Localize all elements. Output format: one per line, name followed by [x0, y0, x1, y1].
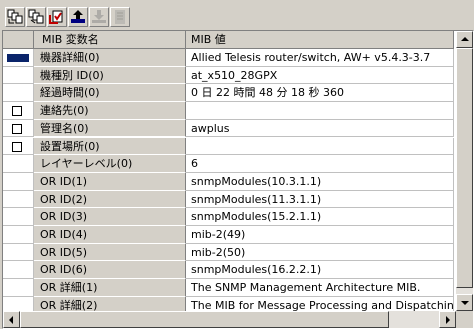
download-button[interactable]	[89, 7, 109, 27]
row-marker-cell	[3, 137, 34, 156]
mib-name-cell[interactable]: 経過時間(0)	[34, 84, 186, 103]
mib-value-cell[interactable]: Allied Telesis router/switch, AW+ v5.4.3…	[186, 49, 454, 67]
horizontal-scroll-thumb[interactable]	[20, 311, 389, 328]
row-marker-cell	[3, 226, 34, 244]
table-row[interactable]: OR ID(3) snmpModules(15.2.1.1)	[3, 208, 454, 226]
up-arrow-icon	[461, 37, 469, 41]
row-marker-cell	[3, 84, 34, 103]
header-mib-value[interactable]: MIB 値	[186, 31, 454, 49]
row-marker-cell	[3, 119, 34, 138]
mib-name-cell[interactable]: 連絡先(0)	[34, 102, 186, 120]
mib-name-cell[interactable]: OR ID(2)	[34, 190, 186, 209]
row-marker-cell	[3, 261, 34, 280]
scroll-right-button[interactable]	[439, 311, 456, 328]
table-row[interactable]: 機器詳細(0) Allied Telesis router/switch, AW+…	[3, 49, 454, 67]
row-checkbox[interactable]	[12, 106, 22, 117]
mib-value-cell[interactable]: awplus	[186, 119, 454, 138]
undo-check-icon	[49, 10, 63, 24]
mib-name-cell[interactable]: OR ID(5)	[34, 243, 186, 262]
scrollbar-corner	[456, 311, 473, 328]
horizontal-scrollbar[interactable]	[3, 311, 456, 328]
expand-all-button[interactable]	[5, 7, 25, 27]
scroll-down-button[interactable]	[456, 294, 473, 311]
collapse-all-button[interactable]	[26, 7, 46, 27]
table-row[interactable]: OR ID(1) snmpModules(10.3.1.1)	[3, 172, 454, 191]
row-marker-cell	[3, 279, 34, 297]
row-marker-cell	[3, 172, 34, 191]
row-marker-cell	[3, 208, 34, 226]
mib-value-cell[interactable]: snmpModules(10.3.1.1)	[186, 172, 454, 191]
mib-name-cell[interactable]: 管理名(0)	[34, 119, 186, 138]
bookmark-button[interactable]	[110, 7, 130, 27]
mib-name-cell[interactable]: OR ID(3)	[34, 208, 186, 226]
mib-table: MIB 変数名 MIB 値 機器詳細(0) Allied Telesis rout…	[2, 30, 474, 329]
row-checkbox[interactable]	[12, 141, 22, 152]
row-marker-cell	[3, 49, 34, 67]
undo-check-button[interactable]	[47, 7, 67, 27]
mib-name-cell[interactable]: OR ID(6)	[34, 261, 186, 280]
down-arrow-icon	[461, 301, 469, 305]
mib-value-cell[interactable]: snmpModules(16.2.2.1)	[186, 261, 454, 280]
row-selection-indicator	[7, 54, 29, 62]
row-marker-cell	[3, 155, 34, 173]
mib-name-cell[interactable]: レイヤーレベル(0)	[34, 155, 186, 173]
mib-value-cell[interactable]: at_x510_28GPX	[186, 66, 454, 85]
row-marker-cell	[3, 66, 34, 85]
mib-name-cell[interactable]: OR 詳細(1)	[34, 279, 186, 297]
toolbar	[0, 0, 474, 30]
table-header: MIB 変数名 MIB 値	[3, 31, 454, 49]
header-marker	[3, 31, 34, 49]
mib-name-cell[interactable]: 機器詳細(0)	[34, 49, 186, 67]
upload-icon	[71, 10, 85, 23]
mib-value-cell[interactable]: The SNMP Management Architecture MIB.	[186, 279, 454, 297]
vertical-scrollbar[interactable]	[456, 31, 473, 311]
table-row[interactable]: 管理名(0) awplus	[3, 119, 454, 138]
vertical-scroll-thumb[interactable]	[456, 48, 473, 288]
row-checkbox[interactable]	[12, 123, 22, 134]
table-row[interactable]: レイヤーレベル(0) 6	[3, 155, 454, 173]
mib-name-cell[interactable]: OR ID(4)	[34, 226, 186, 244]
table-row[interactable]: 機種別 ID(0) at_x510_28GPX	[3, 66, 454, 85]
right-arrow-icon	[446, 316, 450, 324]
left-arrow-icon	[9, 316, 13, 324]
table-row[interactable]: 設置場所(0)	[3, 137, 454, 156]
table-row[interactable]: OR ID(5) mib-2(50)	[3, 243, 454, 262]
bookmark-icon	[115, 10, 125, 24]
mib-value-cell[interactable]	[186, 137, 454, 156]
download-icon	[92, 10, 106, 23]
mib-value-cell[interactable]: snmpModules(15.2.1.1)	[186, 208, 454, 226]
scroll-up-button[interactable]	[456, 31, 473, 48]
mib-value-cell[interactable]: 0 日 22 時間 48 分 18 秒 360	[186, 84, 454, 103]
mib-value-cell[interactable]: 6	[186, 155, 454, 173]
scroll-left-button[interactable]	[3, 311, 20, 328]
mib-value-cell[interactable]: snmpModules(11.3.1.1)	[186, 190, 454, 209]
mib-name-cell[interactable]: 機種別 ID(0)	[34, 66, 186, 85]
mib-name-cell[interactable]: OR ID(1)	[34, 172, 186, 191]
mib-value-cell[interactable]: mib-2(50)	[186, 243, 454, 262]
table-row[interactable]: OR ID(4) mib-2(49)	[3, 226, 454, 244]
table-row[interactable]: OR 詳細(1) The SNMP Management Architecture…	[3, 279, 454, 297]
expand-all-icon	[7, 9, 23, 24]
table-row[interactable]: OR ID(6) snmpModules(16.2.2.1)	[3, 261, 454, 280]
upload-button[interactable]	[68, 7, 88, 27]
row-marker-cell	[3, 102, 34, 120]
mib-name-cell[interactable]: 設置場所(0)	[34, 137, 186, 156]
header-mib-name[interactable]: MIB 変数名	[34, 31, 186, 49]
table-row[interactable]: 経過時間(0) 0 日 22 時間 48 分 18 秒 360	[3, 84, 454, 103]
table-row[interactable]: 連絡先(0)	[3, 102, 454, 120]
table-row[interactable]: OR ID(2) snmpModules(11.3.1.1)	[3, 190, 454, 209]
row-marker-cell	[3, 190, 34, 209]
row-marker-cell	[3, 243, 34, 262]
collapse-all-icon	[28, 9, 44, 24]
mib-value-cell[interactable]: mib-2(49)	[186, 226, 454, 244]
mib-value-cell[interactable]	[186, 102, 454, 120]
